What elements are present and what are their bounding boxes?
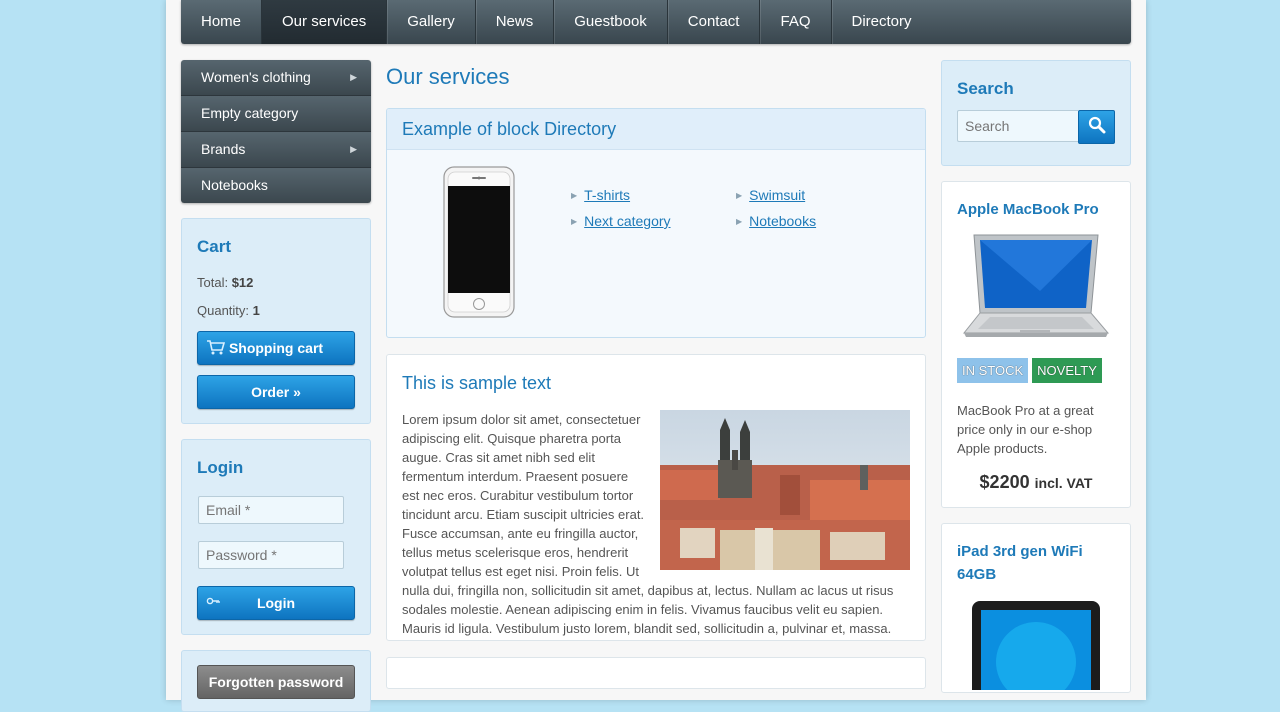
- directory-link-label: Next category: [584, 213, 671, 229]
- forgotten-password-label: Forgotten password: [208, 674, 344, 690]
- cart-panel: Cart Total: $12 Quantity: 1 Shopping car…: [181, 218, 371, 424]
- category-label: Notebooks: [201, 177, 268, 193]
- directory-block: Example of block Directory ▶ T-shirts ▶ Sw…: [386, 108, 926, 338]
- search-panel: Search: [941, 60, 1131, 166]
- laptop-image[interactable]: [957, 231, 1115, 348]
- novelty-badge: NOVELTY: [1032, 358, 1102, 383]
- directory-link-notebooks[interactable]: ▶ Notebooks: [736, 213, 901, 239]
- phone-image: [443, 166, 515, 323]
- directory-link-next-category[interactable]: ▶ Next category: [571, 213, 736, 239]
- product-link[interactable]: iPad 3rd gen WiFi 64GB: [957, 543, 1083, 583]
- directory-links: ▶ T-shirts ▶ Swimsuit ▶ Next category ▶ Note…: [571, 187, 901, 239]
- chevron-right-icon: ▶: [350, 144, 357, 154]
- directory-link-tshirts[interactable]: ▶ T-shirts: [571, 187, 736, 213]
- password-field[interactable]: [198, 541, 344, 569]
- category-label: Women's clothing: [201, 69, 311, 85]
- product-price: $2200 incl. VAT: [957, 472, 1115, 493]
- main-content: Our services Example of block Directory …: [386, 60, 926, 689]
- triangle-right-icon: ▶: [571, 217, 578, 226]
- order-label: Order »: [251, 384, 301, 400]
- category-label: Brands: [201, 141, 246, 157]
- nav-gallery[interactable]: Gallery: [387, 0, 476, 44]
- next-content-block: [386, 657, 926, 689]
- product-title: iPad 3rd gen WiFi 64GB: [957, 540, 1115, 586]
- nav-guestbook[interactable]: Guestbook: [554, 0, 668, 44]
- login-panel: Login Login: [181, 439, 371, 635]
- category-brands[interactable]: Brands ▶: [181, 132, 371, 168]
- cart-total-label: Total:: [197, 275, 229, 290]
- cart-title: Cart: [197, 237, 232, 256]
- key-icon: [206, 593, 222, 612]
- nav-news[interactable]: News: [476, 0, 555, 44]
- forgotten-password-button[interactable]: Forgotten password: [197, 665, 355, 699]
- triangle-right-icon: ▶: [571, 191, 578, 200]
- product-description: MacBook Pro at a great price only in our…: [957, 403, 1094, 456]
- product-price-note: incl. VAT: [1034, 475, 1093, 491]
- tablet-image[interactable]: [957, 600, 1115, 692]
- shopping-cart-button[interactable]: Shopping cart: [197, 331, 355, 365]
- triangle-right-icon: ▶: [736, 217, 743, 226]
- nav-our-services[interactable]: Our services: [262, 0, 388, 44]
- page-container: Home Our services Gallery News Guestbook…: [166, 0, 1146, 712]
- nav-home[interactable]: Home: [181, 0, 263, 44]
- shopping-cart-label: Shopping cart: [228, 340, 324, 356]
- login-title: Login: [197, 458, 244, 477]
- directory-block-title: Example of block Directory: [387, 109, 925, 150]
- nav-directory[interactable]: Directory: [832, 0, 932, 44]
- directory-link-swimsuit[interactable]: ▶ Swimsuit: [736, 187, 901, 213]
- main-navigation: Home Our services Gallery News Guestbook…: [181, 0, 1131, 44]
- cart-total: Total: $12: [197, 275, 355, 290]
- in-stock-badge: IN STOCK: [957, 358, 1029, 383]
- triangle-right-icon: ▶: [736, 191, 743, 200]
- cart-quantity-value: 1: [252, 303, 260, 318]
- product-card: iPad 3rd gen WiFi 64GB: [941, 523, 1131, 693]
- cart-total-value: $12: [231, 275, 254, 290]
- nav-contact[interactable]: Contact: [668, 0, 761, 44]
- product-card: Apple MacBook Pro IN STOCK NOVELTY MacBo…: [941, 181, 1131, 508]
- product-link[interactable]: Apple MacBook Pro: [957, 201, 1099, 218]
- login-label: Login: [256, 595, 296, 611]
- cart-quantity: Quantity: 1: [197, 303, 355, 318]
- order-button[interactable]: Order »: [197, 375, 355, 409]
- search-row: [957, 110, 1115, 144]
- product-title: Apple MacBook Pro: [957, 198, 1115, 221]
- email-field[interactable]: [198, 496, 344, 524]
- chevron-right-icon: ▶: [350, 72, 357, 82]
- directory-link-label: Swimsuit: [749, 187, 806, 203]
- category-empty[interactable]: Empty category: [181, 96, 371, 132]
- forgotten-password-panel: Forgotten password: [181, 650, 371, 712]
- page-title: Our services: [386, 64, 510, 89]
- category-womens-clothing[interactable]: Women's clothing ▶: [181, 60, 371, 96]
- category-notebooks[interactable]: Notebooks: [181, 168, 371, 203]
- nav-faq[interactable]: FAQ: [760, 0, 832, 44]
- directory-link-label: Notebooks: [749, 213, 817, 229]
- product-badges: IN STOCK NOVELTY: [957, 358, 1115, 383]
- search-button[interactable]: [1078, 110, 1115, 144]
- cart-quantity-label: Quantity:: [197, 303, 250, 318]
- category-menu: Women's clothing ▶ Empty category Brands…: [181, 60, 371, 203]
- category-label: Empty category: [201, 105, 299, 121]
- city-image: [660, 410, 910, 575]
- search-icon: [1088, 116, 1106, 139]
- product-price-value: $2200: [979, 472, 1030, 492]
- search-title: Search: [957, 79, 1014, 98]
- sample-text-block: This is sample text Lorem ipsum dolor si…: [386, 354, 926, 641]
- search-input[interactable]: [957, 110, 1078, 142]
- shopping-cart-icon: [206, 339, 226, 358]
- left-sidebar: Women's clothing ▶ Empty category Brands…: [181, 60, 371, 712]
- login-button[interactable]: Login: [197, 586, 355, 620]
- right-sidebar: Search Apple MacBook Pro: [941, 60, 1131, 693]
- sample-text-title: This is sample text: [402, 373, 552, 393]
- directory-link-label: T-shirts: [584, 187, 631, 203]
